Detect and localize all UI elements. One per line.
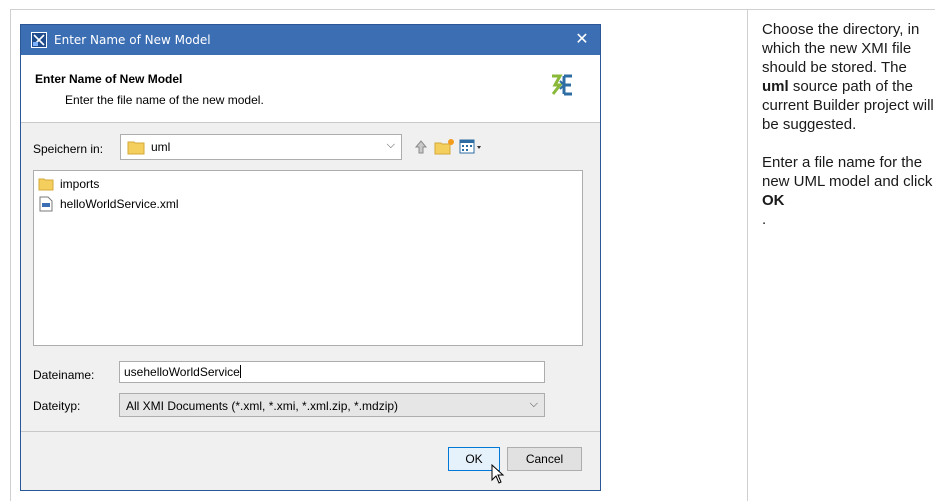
new-model-dialog: Enter Name of New Model ✕ Enter Name of … bbox=[20, 24, 601, 491]
filetype-value: All XMI Documents (*.xml, *.xmi, *.xml.z… bbox=[126, 399, 399, 413]
new-folder-icon[interactable] bbox=[434, 138, 456, 156]
list-item[interactable]: imports bbox=[38, 175, 99, 193]
filetype-dropdown[interactable]: All XMI Documents (*.xml, *.xmi, *.xml.z… bbox=[119, 393, 545, 417]
instruction-text: Enter a file name for the new UML model … bbox=[762, 154, 933, 190]
footer-divider bbox=[21, 431, 600, 432]
instruction-text: . bbox=[762, 211, 767, 228]
instruction-text: source path of the current Builder proje… bbox=[762, 78, 934, 133]
instruction-text: Choose the directory, in which the new X… bbox=[762, 21, 920, 76]
builder-logo-icon bbox=[551, 74, 572, 96]
file-list[interactable]: imports helloWorldService.xml bbox=[33, 170, 583, 346]
instruction-paragraph-2: Enter a file name for the new UML model … bbox=[762, 153, 935, 229]
instruction-bold: uml bbox=[762, 78, 789, 95]
save-in-value: uml bbox=[151, 140, 171, 154]
xml-file-icon bbox=[39, 196, 53, 212]
instructions-text: Choose the directory, in which the new X… bbox=[762, 20, 935, 248]
app-icon bbox=[31, 32, 47, 48]
folder-icon bbox=[127, 141, 145, 155]
folder-icon bbox=[38, 178, 54, 191]
chevron-down-icon: ⌵ bbox=[386, 138, 395, 151]
filetype-label: Dateityp: bbox=[33, 399, 81, 413]
instruction-paragraph-1: Choose the directory, in which the new X… bbox=[762, 20, 935, 134]
save-in-label: Speichern in: bbox=[33, 142, 104, 156]
filename-value: usehelloWorldService bbox=[124, 365, 240, 379]
close-icon[interactable]: ✕ bbox=[572, 29, 592, 49]
header-description: Enter the file name of the new model. bbox=[65, 93, 264, 107]
chevron-down-icon: ⌵ bbox=[529, 397, 538, 410]
filename-label: Dateiname: bbox=[33, 368, 95, 382]
text-caret bbox=[239, 365, 241, 378]
title-bar[interactable]: Enter Name of New Model ✕ bbox=[21, 25, 600, 55]
file-name: helloWorldService.xml bbox=[60, 197, 179, 211]
list-item[interactable]: helloWorldService.xml bbox=[38, 195, 178, 213]
header-title: Enter Name of New Model bbox=[35, 72, 183, 86]
view-menu-icon[interactable] bbox=[459, 138, 483, 156]
dialog-header: Enter Name of New Model Enter the file n… bbox=[21, 55, 600, 123]
dialog-title: Enter Name of New Model bbox=[54, 33, 211, 47]
save-in-dropdown[interactable]: uml ⌵ bbox=[120, 134, 402, 160]
file-name: imports bbox=[60, 177, 100, 191]
up-one-level-icon[interactable] bbox=[412, 138, 430, 156]
cancel-button[interactable]: Cancel bbox=[507, 447, 582, 471]
instruction-bold: OK bbox=[762, 192, 785, 209]
mouse-cursor-icon bbox=[491, 464, 505, 484]
filename-input[interactable]: usehelloWorldService bbox=[119, 361, 545, 383]
column-divider bbox=[747, 9, 748, 501]
